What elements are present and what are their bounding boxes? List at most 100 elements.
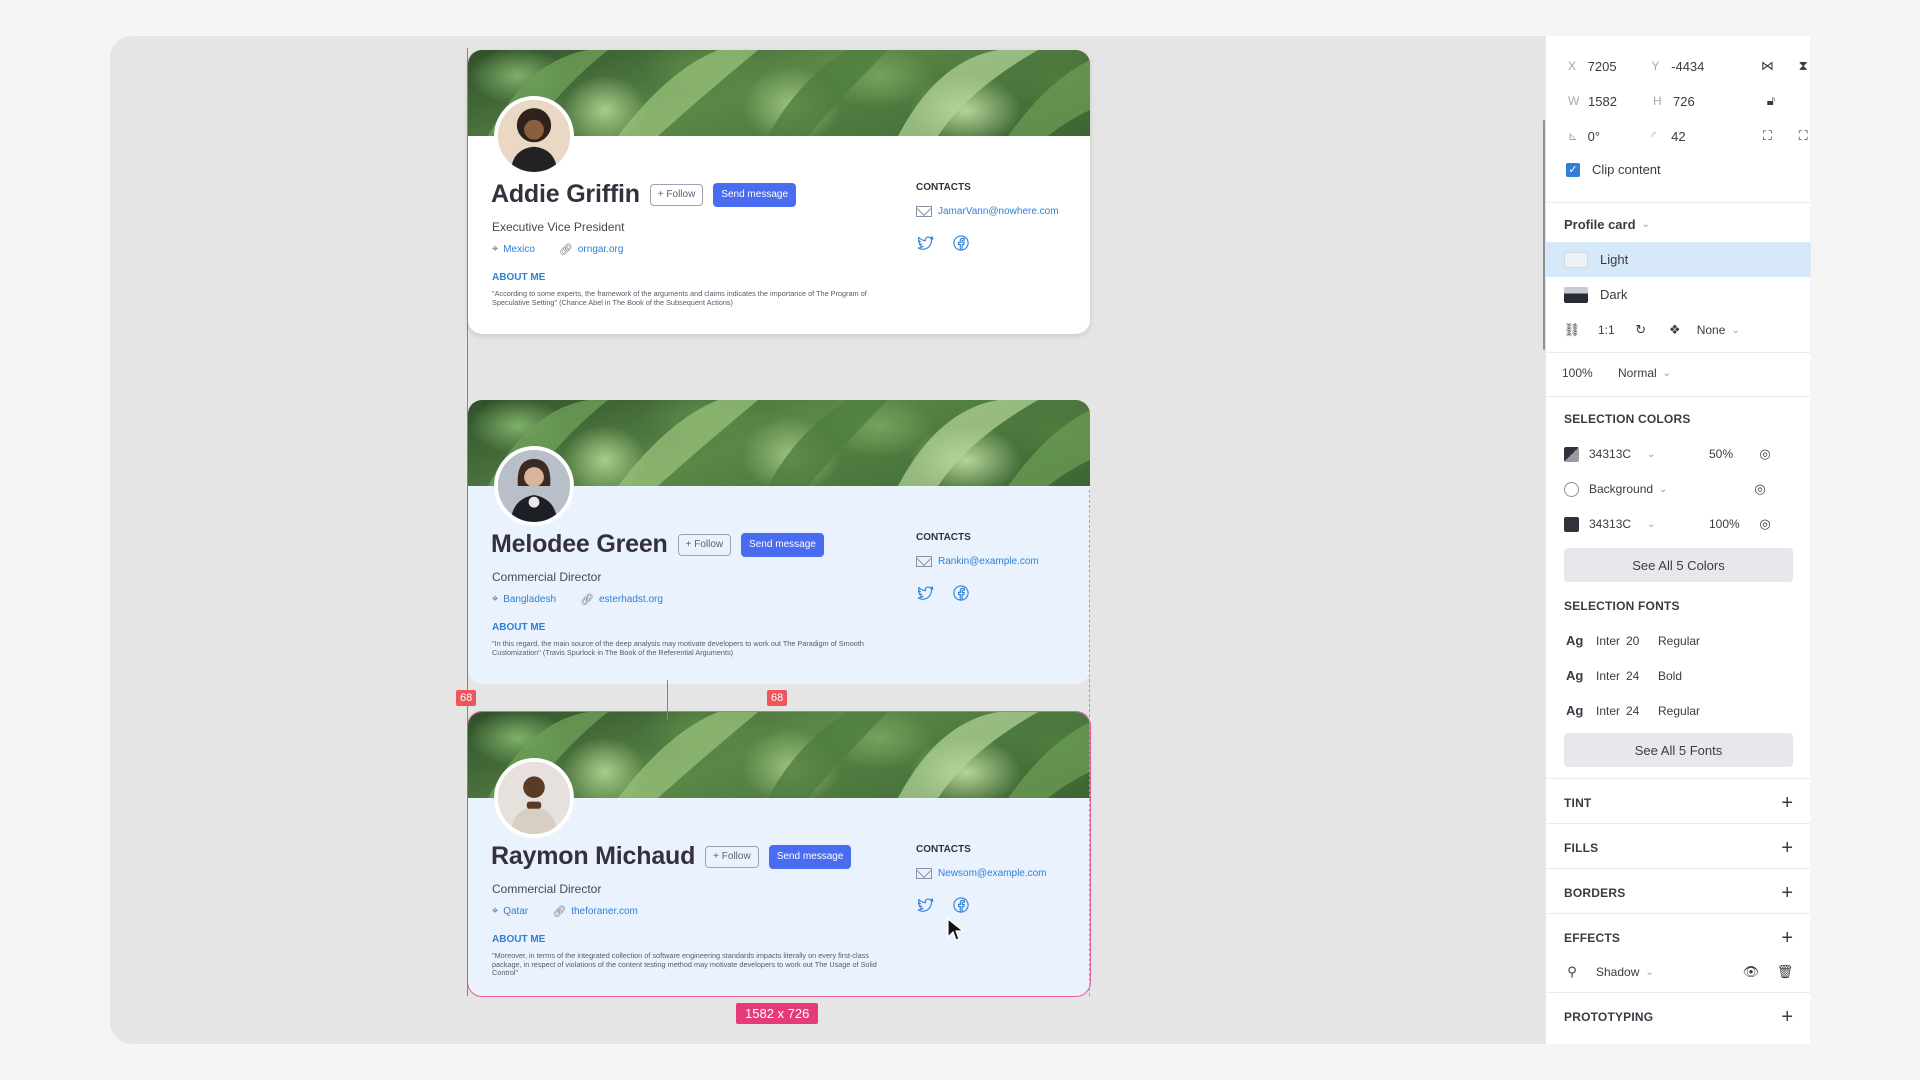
contacts-heading: CONTACTS — [916, 844, 971, 855]
x-label: X — [1568, 59, 1577, 73]
about-heading: ABOUT ME — [492, 272, 546, 283]
envelope-icon — [916, 868, 932, 879]
blend-mode-select[interactable]: Normal — [1618, 366, 1657, 380]
chevron-down-icon[interactable]: ⌄ — [1642, 219, 1650, 230]
h-label: H — [1653, 94, 1662, 108]
constrain-proportions-icon[interactable]: 🔓︎ — [1763, 93, 1779, 109]
color-row[interactable]: Background ⌄ ◎ — [1546, 481, 1811, 497]
follow-button[interactable]: + Follow — [649, 183, 704, 206]
add-prototype-icon[interactable]: + — [1781, 1006, 1793, 1029]
profile-role: Commercial Director — [492, 882, 602, 896]
effect-settings-icon[interactable]: ⚲ — [1564, 964, 1580, 980]
trash-icon[interactable]: 🗑︎ — [1777, 964, 1794, 980]
send-message-button[interactable]: Send message — [713, 182, 797, 207]
interaction-select[interactable]: None — [1697, 323, 1726, 337]
see-all-colors-button[interactable]: See All 5 Colors — [1564, 548, 1793, 582]
properties-panel: X 7205 Y -4434 ⋈ ⧗ W 1582 H 726 🔓︎ ⊾ 0° … — [1543, 36, 1811, 1044]
font-row[interactable]: Ag Inter 24 Bold — [1546, 668, 1811, 683]
component-name[interactable]: Profile card — [1564, 217, 1636, 232]
profile-card-blue[interactable]: Melodee Green + Follow Send message Comm… — [468, 400, 1090, 684]
clip-content-label: Clip content — [1592, 162, 1661, 177]
profile-role: Commercial Director — [492, 570, 602, 584]
color-swatch[interactable] — [1564, 516, 1579, 532]
opacity-input[interactable]: 100% — [1562, 366, 1618, 380]
effect-row[interactable]: ⚲ Shadow ⌄ 👁︎ 🗑︎ — [1546, 961, 1811, 983]
y-input[interactable]: -4434 — [1671, 59, 1759, 74]
component-icon[interactable]: ❖ — [1667, 322, 1683, 338]
avatar — [494, 758, 574, 838]
clip-content-checkbox[interactable]: ✓ — [1566, 162, 1580, 177]
add-fill-icon[interactable]: + — [1781, 837, 1793, 860]
resize-icon[interactable]: ⛶ — [1795, 128, 1811, 144]
color-row[interactable]: 34313C ⌄ 100% ◎ — [1546, 516, 1811, 532]
location-link[interactable]: ⌖ Bangladesh — [492, 593, 556, 606]
color-swatch[interactable] — [1564, 481, 1579, 497]
ratio-value[interactable]: 1:1 — [1598, 323, 1615, 337]
email-link[interactable]: Rankin@example.com — [916, 556, 1039, 567]
map-pin-icon: ⌖ — [492, 905, 499, 917]
measure-line-center — [667, 680, 668, 720]
color-swatch[interactable] — [1564, 446, 1579, 462]
selection-guide — [1089, 490, 1090, 996]
twitter-icon[interactable] — [916, 896, 934, 914]
envelope-icon — [916, 556, 932, 567]
chevron-down-icon[interactable]: ⌄ — [1731, 325, 1739, 336]
email-link[interactable]: JamarVann@nowhere.com — [916, 206, 1059, 217]
chevron-down-icon[interactable]: ⌄ — [1663, 368, 1671, 379]
flip-horizontal-icon[interactable]: ⋈ — [1760, 58, 1776, 74]
about-text: "In this regard, the main source of the … — [492, 639, 864, 657]
font-preview-icon: Ag — [1566, 633, 1584, 648]
contacts-heading: CONTACTS — [916, 532, 971, 543]
location-link[interactable]: ⌖ Qatar — [492, 905, 528, 918]
independent-corners-icon[interactable]: ⛶ — [1760, 128, 1776, 144]
send-message-button[interactable]: Send message — [741, 532, 824, 557]
reset-icon[interactable]: ↻ — [1633, 322, 1649, 338]
rotation-input[interactable]: 0° — [1588, 129, 1652, 144]
measure-line-vertical — [467, 48, 468, 996]
website-link[interactable]: 🔗︎ orngar.org — [559, 243, 624, 256]
twitter-icon[interactable] — [916, 234, 934, 252]
twitter-icon[interactable] — [916, 584, 934, 602]
chevron-down-icon[interactable]: ⌄ — [1647, 519, 1709, 530]
flip-vertical-icon[interactable]: ⧗ — [1795, 58, 1811, 74]
font-row[interactable]: Ag Inter 24 Regular — [1546, 703, 1811, 718]
gap-badge-left: 68 — [456, 690, 477, 706]
w-input[interactable]: 1582 — [1588, 94, 1653, 109]
profile-card-light[interactable]: Addie Griffin + Follow Send message Exec… — [468, 50, 1090, 334]
target-icon[interactable]: ◎ — [1752, 481, 1768, 497]
effect-type-select[interactable]: Shadow — [1596, 965, 1639, 979]
about-text: "Moreover, in terms of the integrated co… — [492, 951, 877, 978]
gap-badge-center: 68 — [767, 690, 788, 706]
facebook-icon[interactable] — [952, 584, 970, 602]
color-row[interactable]: 34313C ⌄ 50% ◎ — [1546, 446, 1811, 462]
eye-icon[interactable]: 👁︎ — [1743, 964, 1760, 980]
x-input[interactable]: 7205 — [1588, 59, 1652, 74]
follow-button[interactable]: + Follow — [705, 845, 759, 868]
chevron-down-icon[interactable]: ⌄ — [1645, 967, 1653, 978]
h-input[interactable]: 726 — [1673, 94, 1763, 109]
profile-card-selected[interactable]: Raymon Michaud + Follow Send message Com… — [467, 711, 1091, 997]
chevron-down-icon[interactable]: ⌄ — [1647, 449, 1709, 460]
chevron-down-icon[interactable]: ⌄ — [1659, 484, 1746, 495]
email-link[interactable]: Newsom@example.com — [916, 868, 1047, 879]
add-effect-icon[interactable]: + — [1781, 927, 1793, 950]
add-tint-icon[interactable]: + — [1781, 792, 1793, 815]
variant-light[interactable]: Light — [1546, 242, 1811, 277]
website-link[interactable]: 🔗︎ theforaner.com — [552, 905, 638, 918]
send-message-button[interactable]: Send message — [768, 844, 852, 869]
add-border-icon[interactable]: + — [1781, 882, 1793, 905]
font-row[interactable]: Ag Inter 20 Regular — [1546, 633, 1811, 648]
link-icon[interactable]: ⛓︎ — [1564, 322, 1581, 338]
follow-button[interactable]: + Follow — [677, 533, 732, 556]
target-icon[interactable]: ◎ — [1757, 516, 1773, 532]
profile-name: Addie Griffin — [491, 180, 640, 208]
facebook-icon[interactable] — [952, 896, 970, 914]
variant-dark[interactable]: Dark — [1546, 277, 1811, 312]
see-all-fonts-button[interactable]: See All 5 Fonts — [1564, 733, 1793, 767]
panel-scrollbar[interactable] — [1543, 120, 1545, 350]
website-link[interactable]: 🔗︎ esterhadst.org — [580, 593, 663, 606]
location-link[interactable]: ⌖ Mexico — [492, 243, 535, 256]
facebook-icon[interactable] — [952, 234, 970, 252]
corner-radius-input[interactable]: 42 — [1671, 129, 1759, 144]
target-icon[interactable]: ◎ — [1757, 446, 1773, 462]
